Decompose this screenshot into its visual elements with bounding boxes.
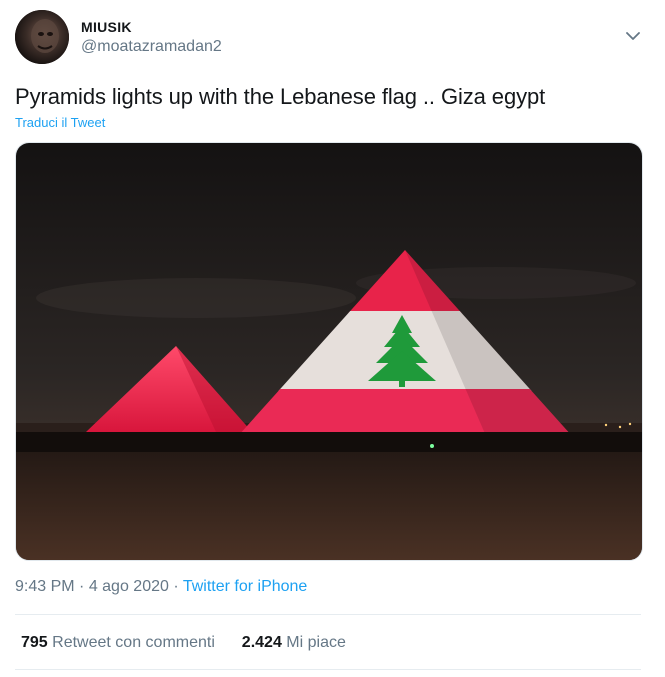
chevron-down-icon	[626, 32, 640, 40]
retweets-label: Retweet con commenti	[52, 634, 215, 651]
tweet-photo[interactable]	[15, 142, 643, 561]
divider	[15, 614, 641, 615]
tweet-date[interactable]: 4 ago 2020	[89, 578, 169, 595]
tweet-stats: 795 Retweet con commenti 2.424 Mi piace	[21, 634, 346, 652]
meta-separator: ·	[74, 578, 89, 595]
translate-tweet-link[interactable]: Traduci il Tweet	[15, 115, 105, 130]
meta-separator-2: ·	[168, 578, 183, 595]
likes-count: 2.424	[241, 634, 282, 651]
more-options-button[interactable]	[624, 27, 642, 45]
avatar[interactable]	[15, 10, 69, 64]
pyramids-photo	[16, 143, 642, 560]
tweet-source[interactable]: Twitter for iPhone	[183, 578, 308, 595]
author-name[interactable]: MIUSIK	[81, 19, 132, 35]
likes-label: Mi piace	[286, 634, 346, 651]
author-handle[interactable]: @moatazramadan2	[81, 38, 222, 56]
likes-stat[interactable]: 2.424 Mi piace	[242, 634, 346, 651]
tweet-meta: 9:43 PM · 4 ago 2020 · Twitter for iPhon…	[15, 578, 307, 596]
tweet-time[interactable]: 9:43 PM	[15, 578, 75, 595]
avatar-image	[15, 10, 69, 64]
tweet-text: Pyramids lights up with the Lebanese fla…	[15, 84, 546, 109]
retweets-count: 795	[21, 634, 48, 651]
divider-bottom	[15, 669, 641, 670]
retweets-stat[interactable]: 795 Retweet con commenti	[21, 634, 219, 651]
